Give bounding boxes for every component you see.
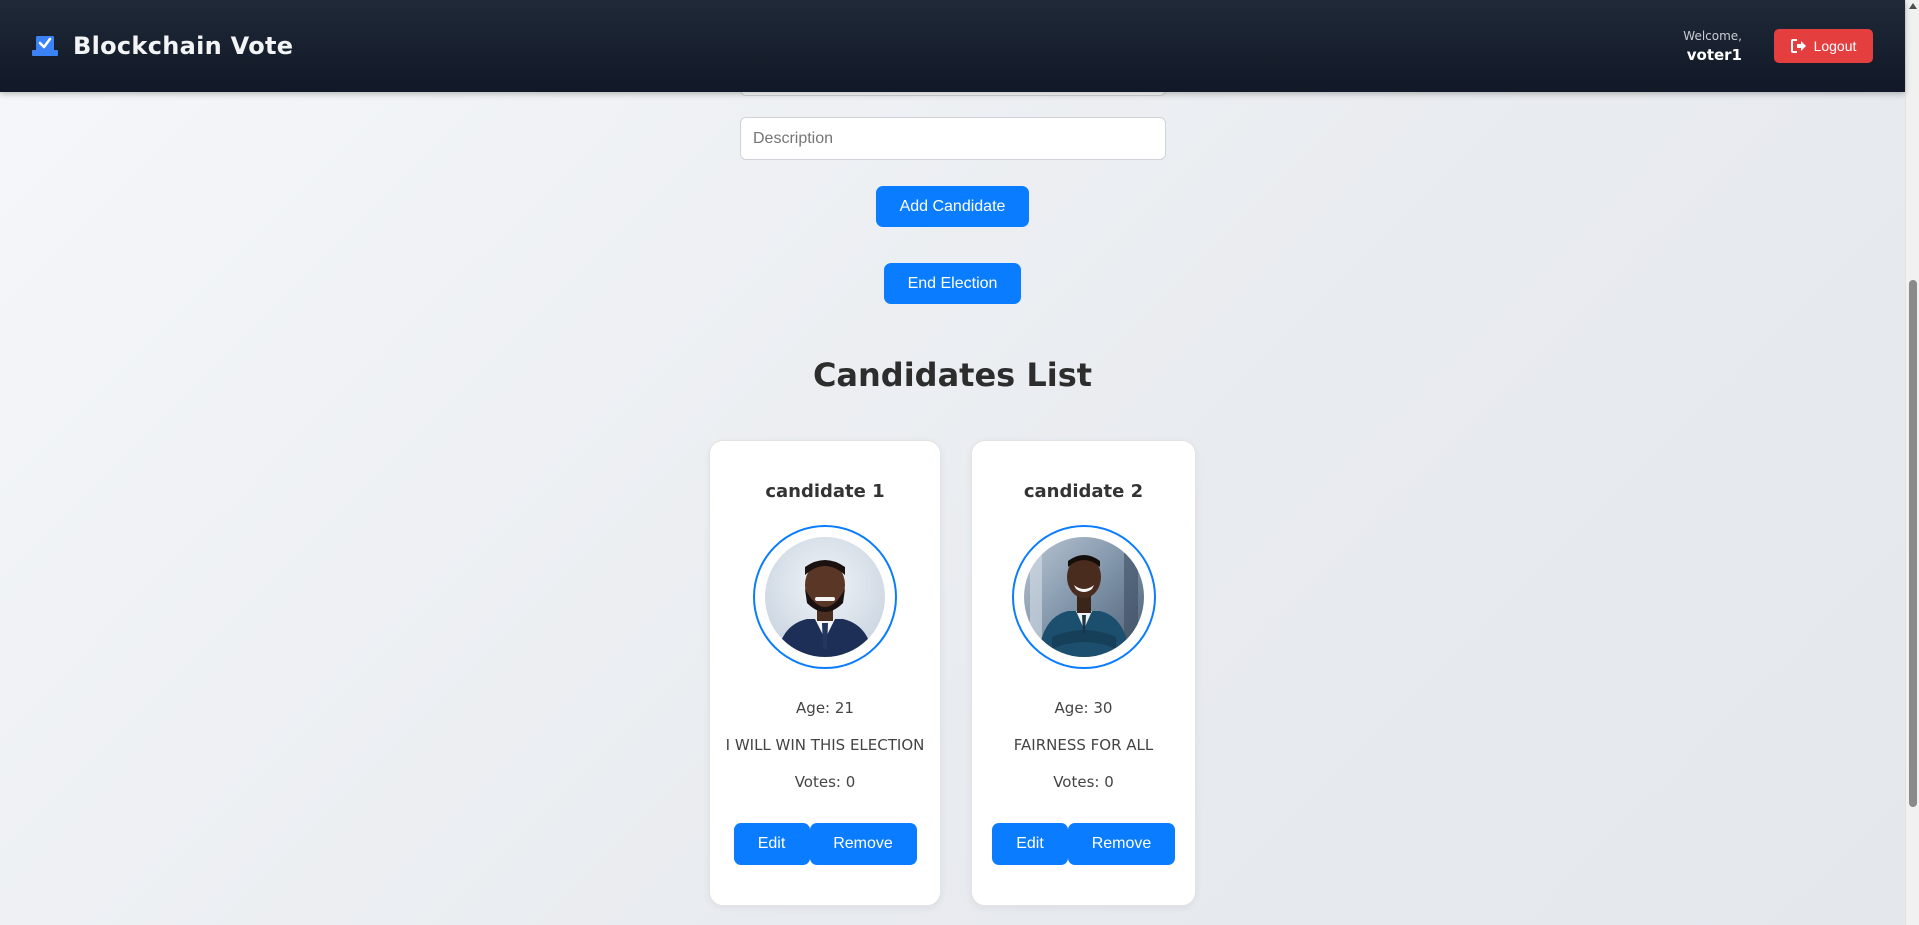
remove-button[interactable]: Remove [1068, 823, 1175, 865]
end-election-button[interactable]: End Election [884, 263, 1021, 304]
scroll-up-arrow-icon[interactable] [1909, 3, 1917, 9]
username: voter1 [1686, 45, 1742, 64]
candidate-card: candidate 2 Age: 30 FAIRNESS FOR ALL Vot… [971, 440, 1196, 906]
brand[interactable]: Blockchain Vote [31, 32, 293, 60]
candidate-name: candidate 2 [1023, 481, 1144, 502]
candidate-photo [1023, 537, 1144, 657]
candidate-photo [765, 537, 885, 657]
remove-button[interactable]: Remove [809, 823, 917, 865]
candidate-slogan: FAIRNESS FOR ALL [1013, 736, 1154, 754]
candidate-card: candidate 1 Age: 21 I WILL WIN THIS ELEC… [709, 440, 941, 906]
scrollbar-thumb[interactable] [1909, 280, 1917, 807]
candidate-avatar-frame [1011, 525, 1156, 669]
sign-out-icon [1790, 39, 1806, 53]
candidate-actions: Edit Remove [710, 823, 940, 865]
logout-button[interactable]: Logout [1774, 29, 1873, 63]
description-input[interactable] [740, 117, 1166, 160]
ballot-box-icon [32, 36, 58, 56]
candidate-actions: Edit Remove [972, 823, 1195, 865]
candidate-votes: Votes: 0 [1053, 773, 1114, 791]
candidate-name: candidate 1 [765, 481, 885, 502]
candidate-age: Age: 21 [796, 699, 854, 717]
candidate-votes: Votes: 0 [794, 773, 856, 791]
welcome-label: Welcome, [1683, 28, 1742, 43]
user-area: Welcome, voter1 Logout [1683, 29, 1873, 64]
candidate-avatar-frame [753, 525, 897, 669]
candidates-list-title: Candidates List [812, 356, 1093, 394]
top-navbar: Blockchain Vote Welcome, voter1 Logout [0, 0, 1905, 92]
candidate-slogan: I WILL WIN THIS ELECTION [725, 736, 925, 754]
edit-button[interactable]: Edit [733, 823, 810, 865]
add-candidate-button[interactable]: Add Candidate [876, 186, 1029, 227]
welcome-block: Welcome, voter1 [1683, 29, 1742, 64]
page-scrollbar[interactable] [1905, 0, 1919, 925]
edit-button[interactable]: Edit [992, 823, 1068, 865]
brand-title: Blockchain Vote [73, 32, 294, 60]
candidate-age: Age: 30 [1054, 699, 1113, 717]
logout-label: Logout [1813, 38, 1857, 54]
